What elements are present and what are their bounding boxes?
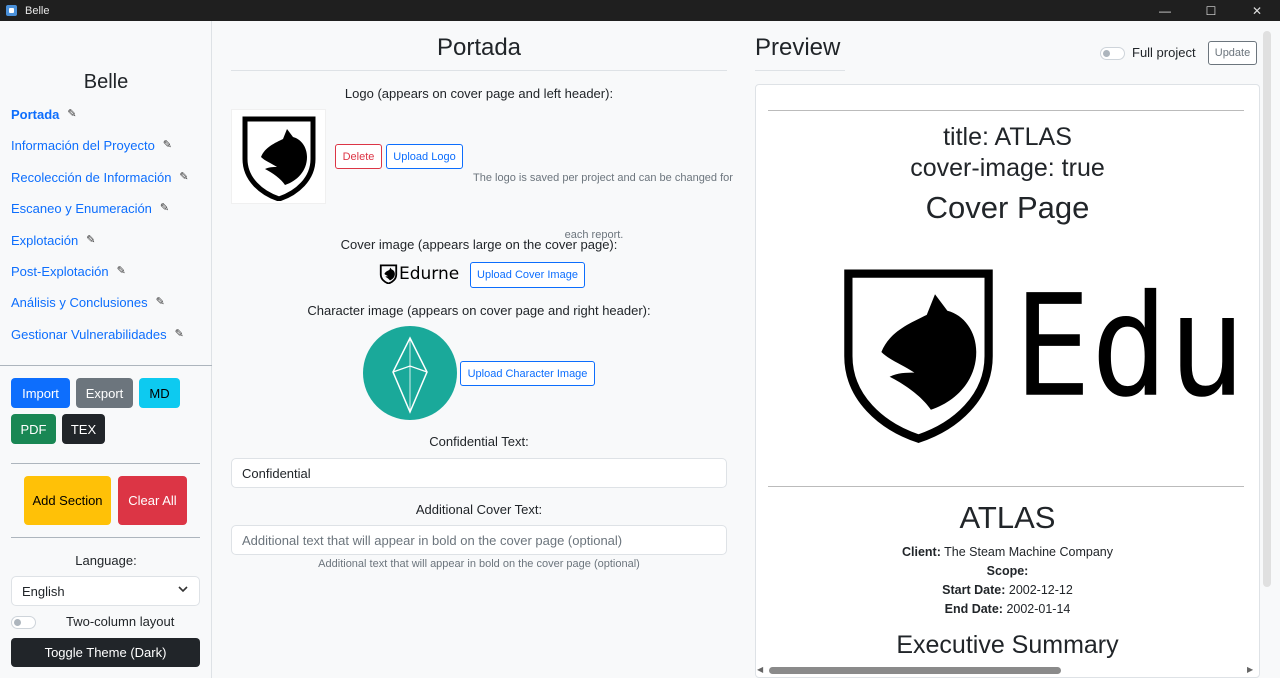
pencil-icon[interactable]: ✎ <box>160 201 169 214</box>
cover-page-heading: Cover Page <box>925 190 1090 225</box>
full-project-label: Full project <box>1132 45 1196 60</box>
sidebar-item-label: Información del Proyecto <box>11 138 155 154</box>
preview-title: Preview <box>755 34 841 61</box>
additional-cover-input[interactable]: Additional text that will appear in bold… <box>231 525 727 555</box>
md-button[interactable]: MD <box>139 378 180 408</box>
sidebar-divider <box>11 537 200 538</box>
sidebar-item-label: Explotación <box>11 232 79 248</box>
sidebar-divider <box>11 463 200 464</box>
sidebar-item-explotacion[interactable]: Explotación ✎ <box>11 233 189 264</box>
maximize-button[interactable]: ☐ <box>1188 0 1234 21</box>
project-title: ATLAS <box>959 500 1056 535</box>
wolf-shield-icon <box>379 264 398 284</box>
preview-document: title: ATLAS cover-image: true Cover Pag… <box>755 84 1260 678</box>
sidebar-item-label: Portada <box>11 107 60 122</box>
frontmatter-cover-image: cover-image: true <box>910 154 1105 182</box>
sidebar-item-escaneo[interactable]: Escaneo y Enumeración ✎ <box>11 201 189 232</box>
pencil-icon[interactable]: ✎ <box>86 233 95 246</box>
sidebar: Belle Portada ✎ Información del Proyecto ✎… <box>0 21 212 678</box>
toggle-theme-button[interactable]: Toggle Theme (Dark) <box>11 638 200 667</box>
executive-summary-heading: Executive Summary <box>896 631 1119 659</box>
sidebar-item-post-explotacion[interactable]: Post-Explotación ✎ <box>11 264 189 295</box>
sidebar-item-analisis[interactable]: Análisis y Conclusiones ✎ <box>11 295 189 326</box>
pencil-icon[interactable]: ✎ <box>117 264 126 277</box>
vertical-scrollbar[interactable] <box>1261 31 1272 591</box>
window-titlebar: Belle — ☐ ✕ <box>0 0 1280 21</box>
sidebar-item-portada[interactable]: Portada ✎ <box>11 107 189 138</box>
sidebar-item-label: Recolección de Información <box>11 169 172 185</box>
clear-all-button[interactable]: Clear All <box>118 476 187 525</box>
sidebar-item-label: Post-Explotación <box>11 263 109 279</box>
title-divider <box>231 70 727 71</box>
sidebar-item-vulnerabilidades[interactable]: Gestionar Vulnerabilidades ✎ <box>11 327 189 358</box>
delete-logo-button[interactable]: Delete <box>335 144 382 169</box>
full-project-toggle[interactable] <box>1100 47 1125 60</box>
cover-wordmark-large: Edu <box>1014 265 1246 429</box>
start-date-line: Start Date: 2002-12-12 <box>942 583 1073 597</box>
logo-label: Logo (appears on cover page and left hea… <box>344 86 614 101</box>
frontmatter-title: title: ATLAS <box>943 123 1072 151</box>
logo-preview <box>231 109 326 204</box>
cover-image-preview: Edurne <box>379 263 459 285</box>
app-icon <box>6 5 17 16</box>
add-section-button[interactable]: Add Section <box>24 476 111 525</box>
horizontal-scrollbar[interactable]: ◀ ▶ <box>755 664 1260 676</box>
two-column-toggle[interactable] <box>11 616 36 629</box>
sidebar-item-label: Gestionar Vulnerabilidades <box>11 326 167 342</box>
language-select[interactable]: English <box>11 576 200 606</box>
scroll-left-arrow-icon[interactable]: ◀ <box>757 665 763 674</box>
confidential-input[interactable]: Confidential <box>231 458 727 488</box>
cover-wordmark: Edurne <box>399 264 460 284</box>
preview-panel: Preview Full project Update title: ATLAS… <box>743 21 1280 678</box>
pdf-button[interactable]: PDF <box>11 414 56 444</box>
additional-cover-label: Additional Cover Text: <box>415 502 543 517</box>
section-nav: Portada ✎ Información del Proyecto ✎ Recol… <box>11 107 189 358</box>
wolf-shield-icon <box>844 269 993 443</box>
language-label: Language: <box>75 553 137 568</box>
preview-divider <box>755 70 845 71</box>
sidebar-item-label: Análisis y Conclusiones <box>11 295 148 311</box>
window-title: Belle <box>25 4 50 17</box>
upload-cover-button[interactable]: Upload Cover Image <box>470 262 585 288</box>
scroll-right-arrow-icon[interactable]: ▶ <box>1247 665 1253 674</box>
sidebar-item-label: Escaneo y Enumeración <box>11 201 152 217</box>
sidebar-item-recoleccion[interactable]: Recolección de Información ✎ <box>11 170 189 201</box>
doc-divider <box>768 486 1244 487</box>
editor-panel: Portada Logo (appears on cover page and … <box>213 21 743 678</box>
confidential-label: Confidential Text: <box>429 434 529 449</box>
language-value: English <box>22 583 65 599</box>
character-image-label: Character image (appears on cover page a… <box>307 303 651 318</box>
additional-cover-help: Additional text that will appear in bold… <box>318 558 640 570</box>
upload-character-button[interactable]: Upload Character Image <box>460 361 595 386</box>
page-title: Portada <box>436 34 522 61</box>
pencil-icon[interactable]: ✎ <box>179 170 188 183</box>
export-button[interactable]: Export <box>76 378 133 408</box>
pencil-icon[interactable]: ✎ <box>175 327 184 340</box>
minimize-button[interactable]: — <box>1142 0 1188 21</box>
update-button[interactable]: Update <box>1208 41 1257 65</box>
crystal-icon <box>392 336 428 414</box>
scope-line: Scope: <box>986 564 1029 578</box>
pencil-icon[interactable]: ✎ <box>67 107 76 120</box>
cover-image-label: Cover image (appears large on the cover … <box>340 237 618 252</box>
tex-button[interactable]: TEX <box>62 414 105 444</box>
chevron-down-icon <box>177 583 189 598</box>
sidebar-title: Belle <box>83 71 129 93</box>
client-line: Client: The Steam Machine Company <box>902 545 1113 559</box>
cover-image-large <box>836 261 1001 448</box>
pencil-icon[interactable]: ✎ <box>163 138 172 151</box>
close-button[interactable]: ✕ <box>1234 0 1280 21</box>
doc-divider <box>768 110 1244 111</box>
pencil-icon[interactable]: ✎ <box>156 295 165 308</box>
character-image-preview <box>363 326 457 420</box>
end-date-line: End Date: 2002-01-14 <box>944 602 1071 616</box>
import-button[interactable]: Import <box>11 378 70 408</box>
two-column-label: Two-column layout <box>66 614 175 629</box>
sidebar-divider <box>0 365 212 366</box>
wolf-shield-icon <box>242 116 315 201</box>
sidebar-item-informacion-proyecto[interactable]: Información del Proyecto ✎ <box>11 138 189 169</box>
